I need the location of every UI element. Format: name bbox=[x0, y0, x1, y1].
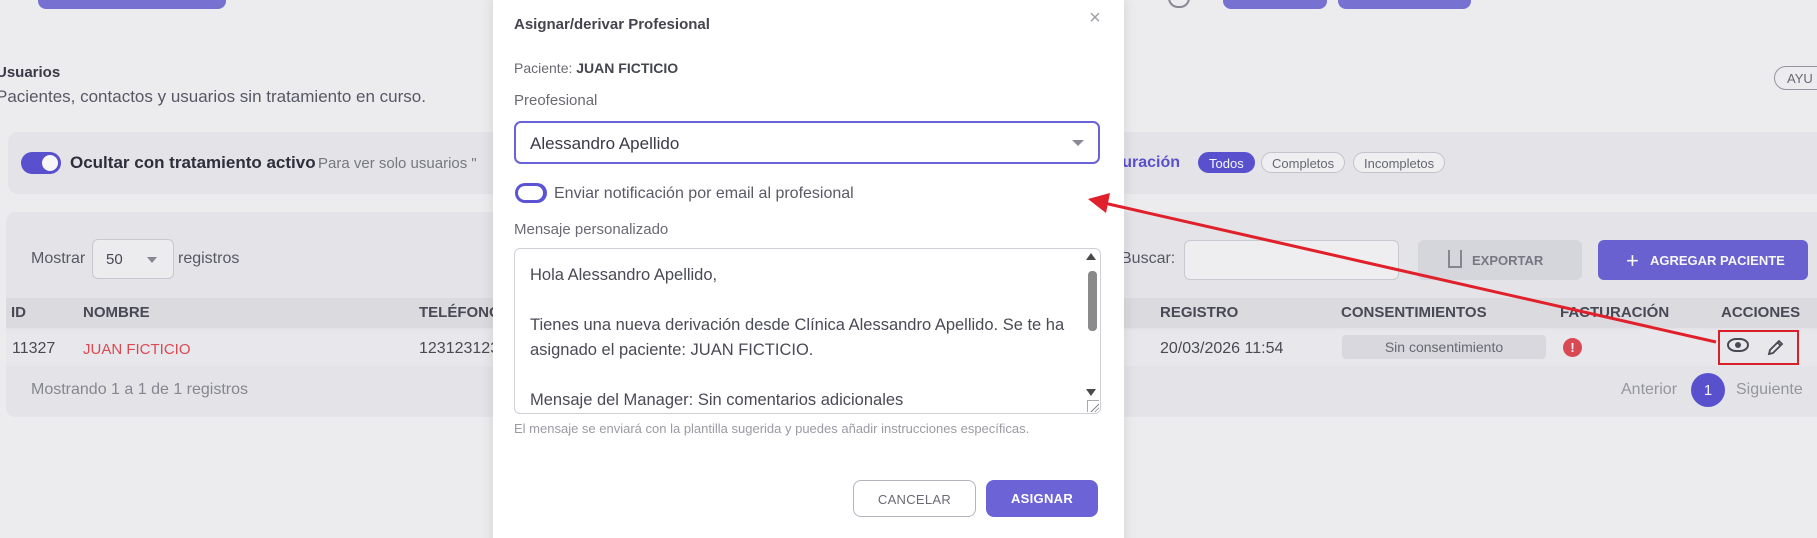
message-label: Mensaje personalizado bbox=[514, 221, 669, 238]
message-help-text: El mensaje se enviará con la plantilla s… bbox=[514, 421, 1030, 436]
professional-select[interactable]: Alessandro Apellido bbox=[514, 121, 1100, 164]
patient-label: Paciente: bbox=[514, 60, 573, 76]
professional-value: Alessandro Apellido bbox=[530, 134, 680, 153]
modal-patient: Paciente: JUAN FICTICIO bbox=[514, 60, 678, 76]
scroll-down-arrow[interactable] bbox=[1086, 389, 1096, 396]
modal-title: Asignar/derivar Profesional bbox=[514, 16, 710, 33]
notify-email-toggle[interactable] bbox=[515, 183, 547, 203]
message-text: Hola Alessandro Apellido, Tienes una nue… bbox=[530, 266, 1065, 409]
cancel-button[interactable]: CANCELAR bbox=[853, 480, 976, 517]
close-icon[interactable]: × bbox=[1087, 8, 1103, 28]
assign-professional-modal: Asignar/derivar Profesional × Paciente: … bbox=[493, 0, 1124, 538]
assign-button[interactable]: ASIGNAR bbox=[986, 480, 1098, 517]
scroll-up-arrow[interactable] bbox=[1086, 253, 1096, 260]
scrollbar-thumb[interactable] bbox=[1088, 271, 1097, 331]
chevron-down-icon bbox=[1072, 140, 1084, 146]
patient-name: JUAN FICTICIO bbox=[576, 60, 679, 76]
message-textarea[interactable]: Hola Alessandro Apellido, Tienes una nue… bbox=[514, 248, 1101, 414]
resize-handle[interactable] bbox=[1087, 400, 1099, 412]
notify-email-label: Enviar notificación por email al profesi… bbox=[554, 185, 854, 202]
professional-label: Preofesional bbox=[514, 92, 598, 109]
